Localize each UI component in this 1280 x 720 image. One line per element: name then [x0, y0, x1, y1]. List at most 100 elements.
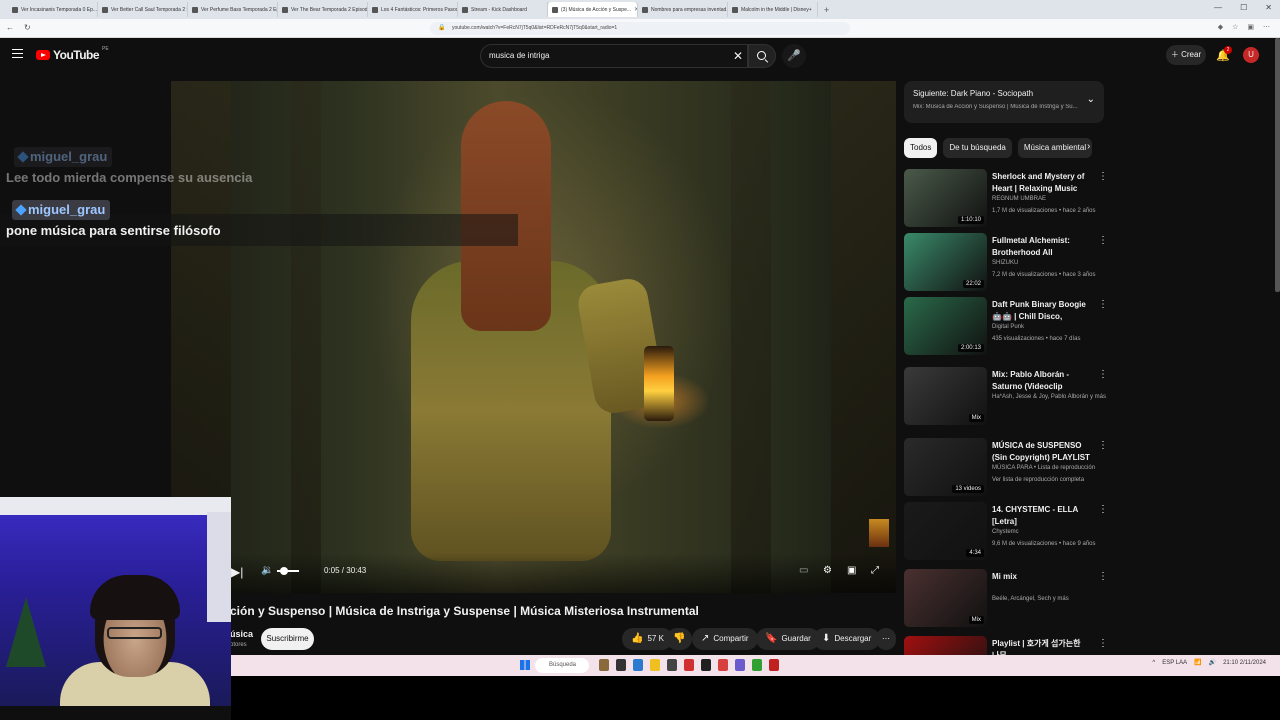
taskbar-search[interactable]: Búsqueda — [535, 658, 589, 673]
wifi-icon[interactable]: 📶 — [1194, 659, 1201, 666]
dislike-button[interactable]: 👎 — [666, 628, 693, 650]
url-field[interactable]: 🔒 youtube.com/watch?v=FeRcN7jT5q0&list=R… — [430, 22, 850, 35]
up-next-panel[interactable]: Siguiente: Dark Piano - Sociopath Mix: M… — [904, 81, 1104, 123]
video-thumbnail[interactable]: 13 videos — [904, 438, 987, 496]
favorites-icon[interactable]: ☆ — [1232, 23, 1238, 31]
browser-tab[interactable]: Ver The Bear Temporada 2 Episodio... — [278, 2, 368, 17]
fullscreen-icon[interactable]: ⤢ — [871, 565, 879, 576]
folder-icon[interactable] — [650, 659, 660, 671]
youtube-logo[interactable]: YouTube PE — [36, 46, 109, 62]
minimize-icon[interactable]: — — [1214, 3, 1222, 12]
channel-watermark[interactable] — [869, 519, 889, 547]
thumbs-down-icon: 👎 — [673, 633, 686, 644]
browser-tab[interactable]: Ver Perfume Bass Temporada 2 Episo... — [188, 2, 278, 17]
volume-knob[interactable] — [279, 567, 288, 575]
subscribe-button[interactable]: Suscribirme — [261, 628, 314, 650]
app-icon[interactable] — [752, 659, 762, 671]
maximize-icon[interactable]: ☐ — [1240, 3, 1247, 12]
obs-icon[interactable] — [701, 659, 711, 671]
close-icon[interactable]: ✕ — [1265, 3, 1272, 12]
chat-username: miguel_grau — [12, 200, 111, 220]
volume-tray-icon[interactable]: 🔊 — [1209, 659, 1216, 666]
recommended-video[interactable]: 4:34 14. CHYSTEMC - ELLA [Letra] Chystemc 9… — [904, 502, 1109, 564]
app-icon[interactable] — [667, 659, 677, 671]
tray-arrow-icon[interactable]: ^ — [1152, 660, 1155, 666]
bookmark-icon: 🔖 — [765, 633, 778, 644]
video-thumbnail[interactable]: 4:34 — [904, 502, 987, 560]
download-button[interactable]: ⬇ Descargar — [813, 628, 881, 650]
recommended-video[interactable]: 13 videos MÚSICA de SUSPENSO (Sin Copyrig… — [904, 438, 1109, 500]
back-icon[interactable]: ← — [6, 23, 14, 32]
app-icon[interactable] — [599, 659, 609, 671]
volume-icon[interactable]: 🔉 — [261, 565, 273, 576]
video-title: Sherlock and Mystery of Heart | Relaxing… — [992, 172, 1085, 193]
video-thumbnail[interactable]: 22:02 — [904, 233, 987, 291]
app-icon[interactable] — [718, 659, 728, 671]
video-thumbnail[interactable]: 1:10:10 — [904, 169, 987, 227]
taskbar-apps — [599, 659, 779, 671]
notification-badge: 2 — [1224, 46, 1232, 54]
browser-tab[interactable]: Stream - Kick Dashboard — [458, 2, 548, 17]
more-actions-button[interactable]: ⋯ — [876, 628, 896, 650]
chevron-right-icon[interactable]: › — [1087, 141, 1090, 152]
more-vert-icon[interactable]: ⋮ — [1098, 440, 1108, 451]
extension-icon[interactable]: ◆ — [1218, 23, 1223, 31]
collections-icon[interactable]: ▣ — [1247, 23, 1254, 31]
settings-gear-icon[interactable]: ⚙ — [823, 565, 832, 576]
recommended-video[interactable]: Mix Mi mix Beéle, Arcángel, Sech y más ⋮ — [904, 569, 1109, 631]
video-thumbnail[interactable]: 2:00:13 — [904, 297, 987, 355]
recommended-video[interactable]: Mix Mix: Pablo Alborán - Saturno (Videocl… — [904, 367, 1109, 429]
browser-tab[interactable]: (3) Música de Acción y Suspe...✕ — [548, 2, 638, 17]
app-icon[interactable] — [769, 659, 779, 671]
more-vert-icon[interactable]: ⋮ — [1098, 571, 1108, 582]
recommended-video[interactable]: 2:00:13 Daft Punk Binary Boogie 🤖🤖 | Chil… — [904, 297, 1109, 359]
app-icon[interactable] — [616, 659, 626, 671]
edge-icon[interactable] — [633, 659, 643, 671]
more-vert-icon[interactable]: ⋮ — [1098, 299, 1108, 310]
menu-icon[interactable] — [12, 49, 23, 58]
video-player[interactable]: ▶| 🔉 0:05 / 30:43 ▭ ⚙ ▣ ⤢ — [171, 81, 896, 593]
filter-chip[interactable]: Todos — [904, 138, 938, 158]
filter-chip[interactable]: De tu búsqueda — [943, 138, 1012, 158]
brave-icon[interactable] — [684, 659, 694, 671]
filter-chip[interactable]: Música ambiental — [1017, 138, 1093, 158]
scrollbar[interactable] — [1275, 38, 1280, 292]
browser-tab[interactable]: Ver Incasinanis Temporada 0 Ep... — [8, 2, 98, 17]
recommended-video[interactable]: 22:02 Fullmetal Alchemist: Brotherhood Al… — [904, 233, 1109, 295]
share-button[interactable]: ↗ Compartir — [692, 628, 758, 650]
subtitles-icon[interactable]: ▭ — [799, 565, 808, 576]
browser-tab[interactable]: Ver Better Call Saul Temporada 2 Epi... — [98, 2, 188, 17]
settings-icon[interactable]: ⋯ — [1263, 23, 1270, 31]
clear-search-icon[interactable]: ✕ — [733, 49, 743, 63]
search-button[interactable] — [748, 44, 776, 68]
browser-tab[interactable]: Malcolm in the Middle | Disney+ — [728, 2, 818, 17]
channel-name: REGNUM UMBRAE — [992, 196, 1047, 202]
video-thumbnail[interactable]: Mix — [904, 367, 987, 425]
more-vert-icon[interactable]: ⋮ — [1098, 638, 1108, 649]
create-button[interactable]: ＋ Crear — [1166, 45, 1206, 65]
discord-icon[interactable] — [735, 659, 745, 671]
more-vert-icon[interactable]: ⋮ — [1098, 171, 1108, 182]
browser-tab[interactable]: Nombres para empresas inventad... — [638, 2, 728, 17]
save-button[interactable]: 🔖 Guardar — [756, 628, 820, 650]
lang-indicator[interactable]: ESP LAA — [1162, 660, 1187, 666]
miniplayer-icon[interactable]: ▣ — [847, 565, 856, 576]
recommended-video[interactable]: 1:10:10 Sherlock and Mystery of Heart | R… — [904, 169, 1109, 231]
new-tab-icon[interactable]: + — [824, 5, 829, 15]
browser-tab[interactable]: Los 4 Fantásticos: Primeros Pasos (... — [368, 2, 458, 17]
more-vert-icon[interactable]: ⋮ — [1098, 504, 1108, 515]
more-vert-icon[interactable]: ⋮ — [1098, 235, 1108, 246]
video-thumbnail[interactable]: Mix — [904, 569, 987, 627]
video-meta: 7,2 M de visualizaciones • hace 3 años — [992, 272, 1096, 278]
channel-name[interactable]: úsica — [230, 629, 253, 639]
clock[interactable]: 21:10 2/11/2024 — [1223, 660, 1266, 666]
avatar[interactable]: U — [1243, 47, 1259, 63]
chevron-down-icon[interactable]: ⌄ — [1087, 94, 1095, 105]
windows-start-icon[interactable] — [520, 660, 530, 670]
reload-icon[interactable]: ↻ — [24, 23, 31, 32]
more-vert-icon[interactable]: ⋮ — [1098, 369, 1108, 380]
search-input[interactable]: musica de intriga — [480, 44, 748, 68]
next-icon[interactable]: ▶| — [231, 565, 243, 579]
address-bar-row: ← ↻ 🔒 youtube.com/watch?v=FeRcN7jT5q0&li… — [0, 19, 1280, 38]
mic-icon[interactable]: 🎤 — [782, 44, 806, 68]
